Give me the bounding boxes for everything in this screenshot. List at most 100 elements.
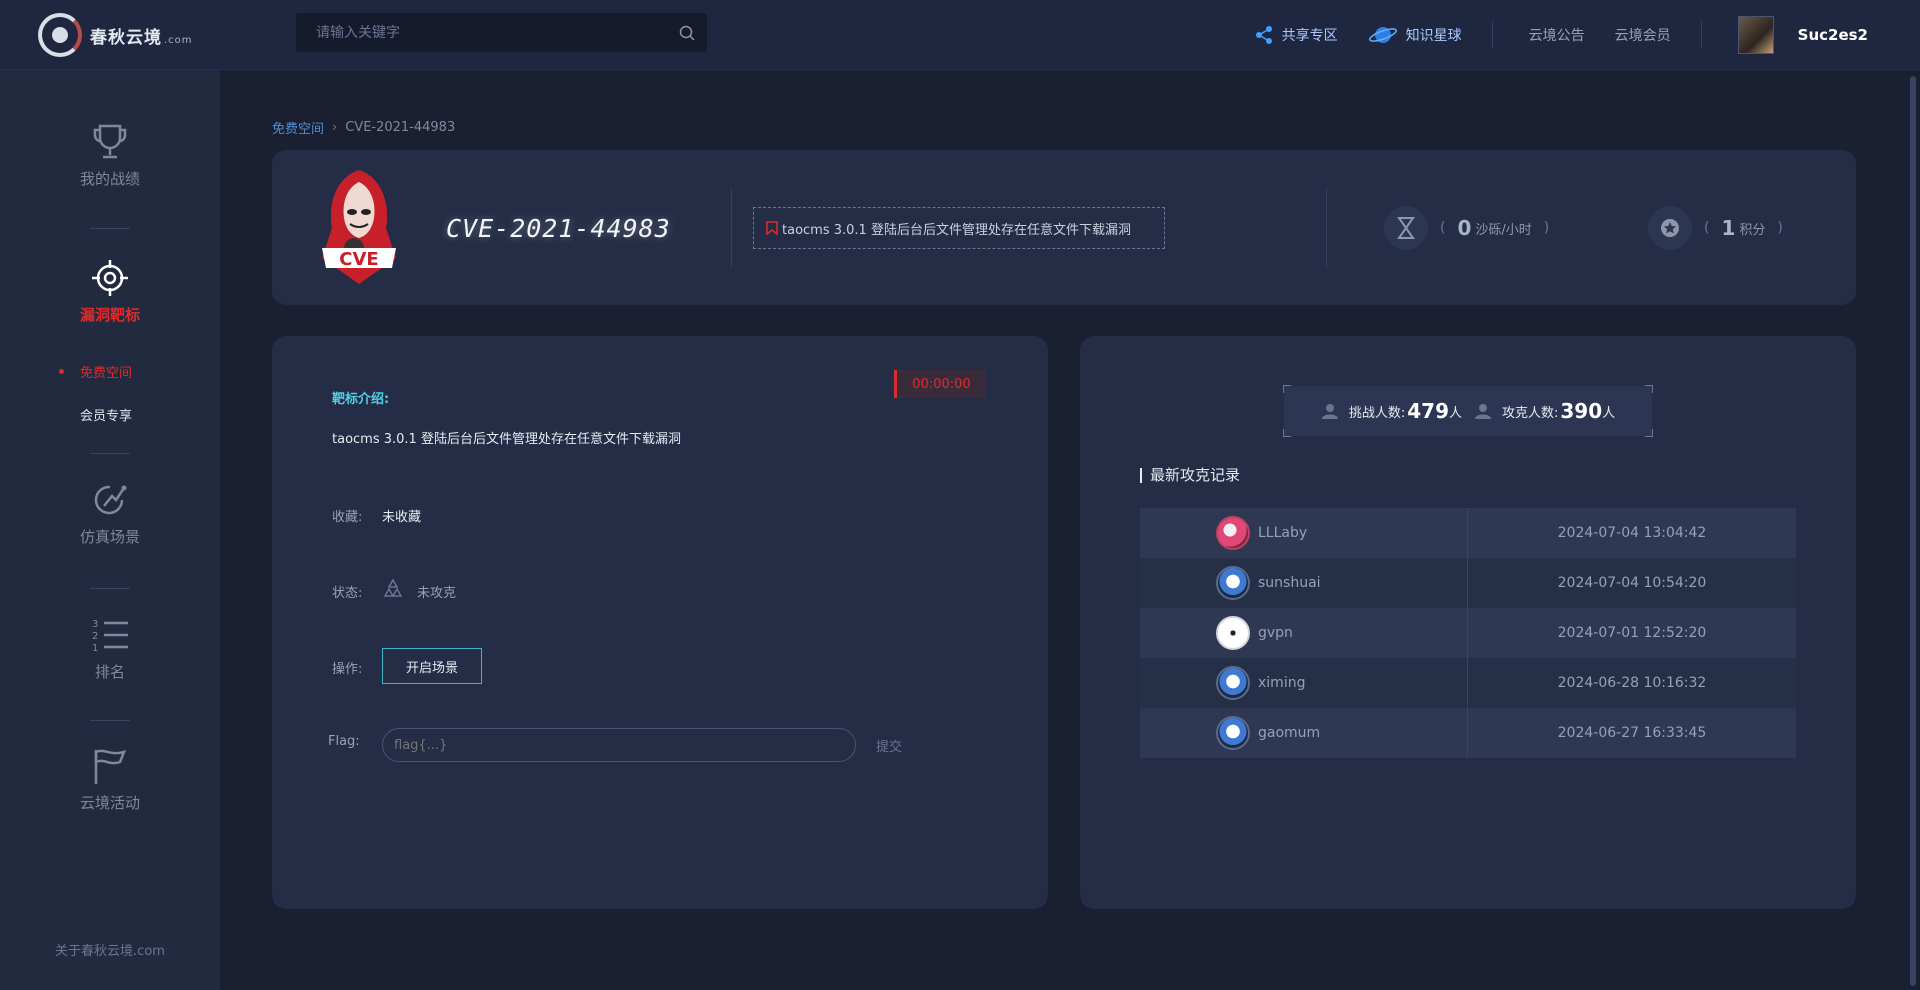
user-menu[interactable]: Suc2es2 — [1737, 16, 1868, 54]
target-header-card: CVE CVE-2021-44983 taocms 3.0.1 登陆后台后文件管… — [272, 150, 1856, 305]
record-username[interactable]: gaomum — [1258, 725, 1320, 741]
records-table: LLLaby 2024-07-04 13:04:42 sunshuai 2024… — [1140, 508, 1796, 758]
status-label: 状态: — [332, 586, 363, 601]
search-input[interactable] — [296, 13, 667, 52]
solvers-value: 390 — [1560, 399, 1603, 423]
avatar — [1216, 516, 1250, 550]
sand-unit: 沙砾/小时 — [1475, 222, 1532, 238]
record-time: 2024-07-01 12:52:20 — [1557, 625, 1707, 641]
svg-text:2: 2 — [92, 631, 98, 642]
username: Suc2es2 — [1797, 26, 1868, 44]
target-description: taocms 3.0.1 登陆后台后文件管理处存在任意文件下载漏洞 — [753, 207, 1165, 249]
scene-icon — [0, 480, 220, 520]
sidebar-label-events: 云境活动 — [79, 794, 140, 812]
chevron-right-icon: › — [332, 120, 338, 135]
challengers-value: 479 — [1407, 399, 1449, 423]
record-username[interactable]: gvpn — [1258, 625, 1293, 641]
user-avatar[interactable] — [1737, 16, 1774, 54]
points-value: 1 — [1721, 216, 1736, 240]
sidebar-divider — [90, 453, 130, 454]
challengers-count: 挑战人数: 479 人 — [1321, 399, 1462, 423]
sidebar-divider — [90, 228, 130, 229]
sidebar-label-ranking: 排名 — [94, 663, 125, 681]
target-title: CVE-2021-44983 — [446, 214, 671, 243]
sidebar-item-ranking[interactable]: 321 排名 — [0, 615, 220, 682]
site-logo[interactable]: 春秋云境 .com — [38, 13, 193, 57]
breadcrumb: 免费空间 › CVE-2021-44983 — [272, 118, 455, 137]
submit-flag-button[interactable]: 提交 — [876, 736, 902, 755]
sidebar-item-events[interactable]: 云境活动 — [0, 746, 220, 813]
sidebar-item-vuln-targets[interactable]: 漏洞靶标 — [0, 258, 220, 325]
records-title: 最新攻克记录 — [1140, 468, 1240, 483]
sand-value: 0 — [1457, 216, 1472, 240]
sidebar-item-simulation[interactable]: 仿真场景 — [0, 480, 220, 547]
top-header: 春秋云境.com 共享专区 知识星球 云境公告 云境会员 Suc2es2 — [0, 0, 1920, 70]
cve-badge: CVE — [314, 168, 404, 286]
page-scrollbar[interactable] — [1910, 76, 1916, 986]
challenge-counts: 挑战人数: 479 人 攻克人数: 390 人 — [1283, 385, 1653, 437]
bookmark-icon — [766, 221, 778, 235]
svg-text:3: 3 — [92, 619, 98, 630]
flag-input[interactable] — [382, 728, 856, 762]
hourglass-icon — [1384, 206, 1428, 250]
ranking-icon: 321 — [0, 615, 220, 655]
nav-announcement[interactable]: 云境公告 — [1529, 25, 1585, 45]
solvers-label: 攻克人数: — [1502, 405, 1559, 421]
active-dot — [59, 369, 64, 374]
challengers-unit: 人 — [1448, 405, 1462, 421]
about-link[interactable]: 关于春秋云境.com — [0, 940, 220, 959]
badge-text: CVE — [339, 249, 379, 270]
svg-text:1: 1 — [92, 643, 98, 654]
hero-divider — [1326, 188, 1327, 268]
logo-mark-icon — [38, 13, 82, 57]
breadcrumb-current: CVE-2021-44983 — [345, 120, 456, 135]
breadcrumb-parent[interactable]: 免费空间 — [272, 118, 324, 137]
table-row: ximing 2024-06-28 10:16:32 — [1140, 658, 1796, 708]
hero-divider — [731, 188, 732, 268]
start-scene-button[interactable]: 开启场景 — [382, 648, 482, 684]
sidebar-label-vuln-targets: 漏洞靶标 — [79, 306, 140, 324]
records-panel: 挑战人数: 479 人 攻克人数: 390 人 最新攻克记录 LLLaby 20… — [1080, 336, 1856, 909]
table-row: gaomum 2024-06-27 16:33:45 — [1140, 708, 1796, 758]
sidebar-item-my-record[interactable]: 我的战绩 — [0, 122, 220, 189]
reward-sand-stat: ( 0 沙砾/小时 ) — [1384, 206, 1553, 250]
avatar — [1216, 616, 1250, 650]
nav-knowledge-planet[interactable]: 知识星球 — [1368, 23, 1462, 47]
nav-share-zone[interactable]: 共享专区 — [1254, 25, 1338, 45]
header-nav: 共享专区 知识星球 云境公告 云境会员 Suc2es2 — [1254, 0, 1920, 70]
sidebar-label-simulation: 仿真场景 — [79, 528, 140, 546]
table-row: LLLaby 2024-07-04 13:04:42 — [1140, 508, 1796, 558]
favorite-toggle[interactable]: 未收藏 — [382, 506, 421, 525]
flag-label: Flag: — [328, 734, 360, 749]
avatar — [1216, 566, 1250, 600]
sidebar-sub-members-only[interactable]: 会员专享 — [80, 405, 132, 424]
share-icon — [1254, 25, 1274, 45]
user-icon — [1321, 402, 1339, 420]
nav-membership[interactable]: 云境会员 — [1615, 25, 1671, 45]
challengers-label: 挑战人数: — [1348, 405, 1406, 421]
table-row: gvpn 2024-07-01 12:52:20 — [1140, 608, 1796, 658]
sidebar-sub-free-space[interactable]: 免费空间 — [80, 362, 132, 381]
nav-planet-label: 知识星球 — [1405, 28, 1462, 44]
trophy-icon — [0, 122, 220, 162]
record-time: 2024-07-04 13:04:42 — [1557, 525, 1707, 541]
brand-name: 春秋云境 — [90, 27, 162, 48]
record-time: 2024-07-04 10:54:20 — [1557, 575, 1707, 591]
planet-icon — [1368, 23, 1398, 47]
sidebar-divider — [90, 588, 130, 589]
recycle-icon — [382, 578, 404, 600]
solvers-count: 攻克人数: 390 人 — [1474, 399, 1615, 423]
record-username[interactable]: sunshuai — [1258, 575, 1321, 591]
status-value: 未攻克 — [417, 586, 457, 601]
record-username[interactable]: LLLaby — [1258, 525, 1307, 541]
points-unit: 积分 — [1739, 222, 1766, 238]
table-row: sunshuai 2024-07-04 10:54:20 — [1140, 558, 1796, 608]
action-label: 操作: — [332, 662, 363, 677]
target-detail-panel: 00:00:00 靶标介绍: taocms 3.0.1 登陆后台后文件管理处存在… — [272, 336, 1048, 909]
record-username[interactable]: ximing — [1258, 675, 1305, 691]
avatar — [1216, 716, 1250, 750]
favorite-label: 收藏: — [332, 510, 363, 525]
target-icon — [0, 258, 220, 298]
search-icon[interactable] — [667, 13, 707, 52]
nav-share-label: 共享专区 — [1281, 28, 1338, 44]
